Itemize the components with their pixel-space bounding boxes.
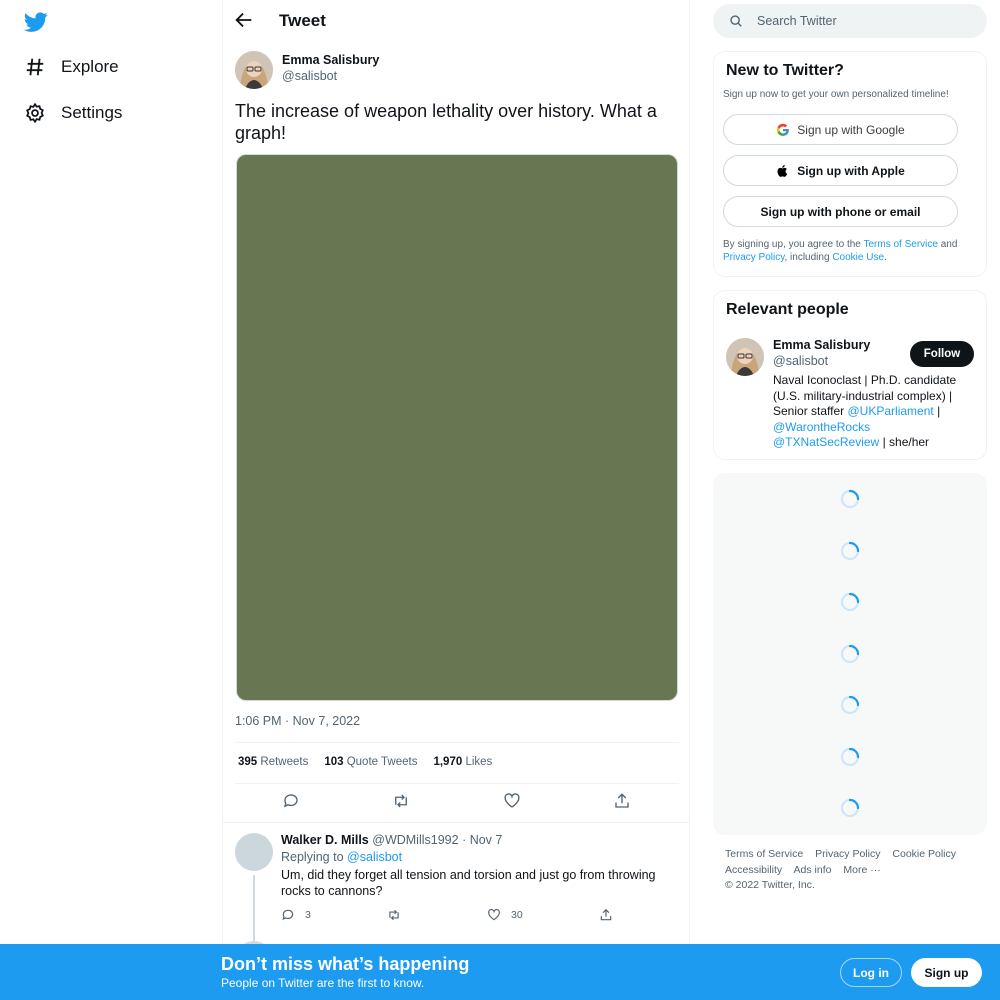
person-handle[interactable]: @salisbot (773, 354, 828, 368)
retweet-icon (389, 909, 399, 921)
reply-retweet-button[interactable] (387, 908, 411, 922)
back-arrow-icon[interactable] (233, 9, 255, 31)
author-name[interactable]: Emma Salisbury (282, 53, 379, 67)
reply-tweet[interactable]: Walker D. Mills @WDMills1992 · Nov 7 Rep… (223, 822, 689, 979)
reply-author-handle[interactable]: @WDMills1992 (372, 833, 458, 847)
person-avatar[interactable] (726, 338, 764, 376)
left-navigation: Explore Settings (0, 0, 222, 1000)
page-title: Tweet (279, 11, 326, 30)
loading-spinner-icon (840, 747, 860, 767)
quote-tweets-stat[interactable]: 103 Quote Tweets (324, 756, 417, 768)
bio-link-ukparliament[interactable]: @UKParliament (848, 404, 934, 418)
tweet-actions (235, 792, 679, 812)
signup-apple-button[interactable]: Sign up with Apple (723, 155, 958, 186)
reply-reply-button[interactable]: 3 (281, 908, 311, 922)
reply-text: Um, did they forget all tension and tors… (281, 868, 656, 898)
signup-title: New to Twitter? (726, 62, 844, 79)
google-icon (777, 123, 790, 136)
author-handle[interactable]: @salisbot (282, 69, 337, 83)
relevant-people-card: Relevant people Emma Salisbury @salisbot… (713, 290, 987, 460)
signup-card: New to Twitter? Sign up now to get your … (713, 51, 987, 277)
signup-phone-email-button[interactable]: Sign up with phone or email (723, 196, 958, 227)
reply-count: 3 (305, 909, 311, 921)
signup-subtitle: Sign up now to get your own personalized… (723, 89, 949, 100)
likes-stat[interactable]: 1,970 Likes (433, 756, 492, 768)
nav-item-settings[interactable]: Settings (24, 102, 122, 124)
replying-to-link[interactable]: @salisbot (347, 850, 402, 864)
divider (235, 783, 679, 784)
search-bar[interactable] (713, 4, 987, 38)
footer-terms-link[interactable]: Terms of Service (725, 848, 803, 860)
tweet-text: The increase of weapon lethality over hi… (235, 101, 657, 143)
reply-like-button[interactable]: 30 (487, 908, 523, 922)
footer-more-menu[interactable]: More ··· (843, 864, 880, 876)
bio-link-warontherocks[interactable]: @WarontheRocks (773, 420, 870, 434)
signup-banner: Don’t miss what’s happening People on Tw… (0, 944, 1000, 1000)
gear-icon (24, 102, 46, 124)
retweet-icon[interactable] (392, 792, 410, 810)
reply-icon (282, 909, 294, 921)
like-count: 30 (511, 909, 523, 921)
share-icon (600, 908, 612, 921)
reply-avatar[interactable] (235, 833, 273, 871)
login-button[interactable]: Log in (840, 958, 902, 987)
person-bio: Naval Iconoclast | Ph.D. candidate (U.S.… (773, 373, 957, 449)
nav-item-label: Explore (61, 57, 119, 76)
footer-links: Terms of Service Privacy Policy Cookie P… (725, 847, 987, 894)
apple-icon (777, 164, 788, 177)
cookie-use-link[interactable]: Cookie Use (832, 252, 884, 263)
divider (235, 742, 679, 743)
person-name[interactable]: Emma Salisbury (773, 338, 870, 352)
like-icon[interactable] (503, 792, 521, 810)
reply-author-name[interactable]: Walker D. Mills (281, 833, 369, 847)
share-icon[interactable] (613, 792, 631, 810)
search-input[interactable] (757, 4, 977, 38)
nav-item-explore[interactable]: Explore (24, 56, 119, 78)
main-column: Tweet Emma Salisbury @salisbot The incre… (222, 0, 690, 1000)
page-header: Tweet (223, 0, 689, 42)
reply-icon[interactable] (282, 792, 300, 810)
loading-spinner-icon (840, 541, 860, 561)
reply-share-button[interactable] (599, 908, 623, 922)
trends-loading-panel (713, 473, 987, 835)
replying-to: Replying to @salisbot (281, 850, 403, 864)
retweets-stat[interactable]: 395 Retweets (238, 756, 308, 768)
nav-item-label: Settings (61, 103, 123, 122)
author-avatar[interactable] (235, 51, 273, 89)
hashtag-icon (24, 56, 46, 78)
relevant-people-title: Relevant people (726, 301, 849, 318)
footer-privacy-link[interactable]: Privacy Policy (815, 848, 880, 860)
banner-subtitle: People on Twitter are the first to know. (221, 976, 425, 990)
footer-copyright: © 2022 Twitter, Inc. (725, 879, 815, 891)
twitter-bird-icon[interactable] (24, 10, 48, 34)
footer-ads-info-link[interactable]: Ads info (794, 864, 832, 876)
privacy-link[interactable]: Privacy Policy (723, 252, 785, 263)
reply-actions: 3 30 (281, 908, 621, 924)
signup-legal-text: By signing up, you agree to the Terms of… (723, 239, 958, 263)
reply-date[interactable]: · Nov 7 (462, 833, 502, 847)
loading-spinner-icon (840, 695, 860, 715)
footer-accessibility-link[interactable]: Accessibility (725, 864, 782, 876)
tweet-timestamp[interactable]: 1:06 PM · Nov 7, 2022 (235, 714, 360, 728)
loading-spinner-icon (840, 644, 860, 664)
tweet-stats: 395 Retweets 103 Quote Tweets 1,970 Like… (238, 756, 508, 768)
terms-link[interactable]: Terms of Service (863, 239, 937, 250)
bio-link-txnatsecreview[interactable]: @TXNatSecReview (773, 435, 879, 449)
signup-google-button[interactable]: Sign up with Google (723, 114, 958, 145)
footer-cookie-link[interactable]: Cookie Policy (892, 848, 956, 860)
loading-spinner-icon (840, 489, 860, 509)
tweet-image[interactable] (236, 154, 678, 701)
search-icon (729, 14, 743, 28)
banner-title: Don’t miss what’s happening (221, 954, 470, 974)
like-icon (488, 908, 500, 921)
loading-spinner-icon (840, 798, 860, 818)
loading-spinner-icon (840, 592, 860, 612)
follow-button[interactable]: Follow (910, 341, 974, 367)
thread-line (253, 875, 255, 941)
signup-button[interactable]: Sign up (911, 958, 982, 987)
reply-header: Walker D. Mills @WDMills1992 · Nov 7 (281, 833, 502, 847)
